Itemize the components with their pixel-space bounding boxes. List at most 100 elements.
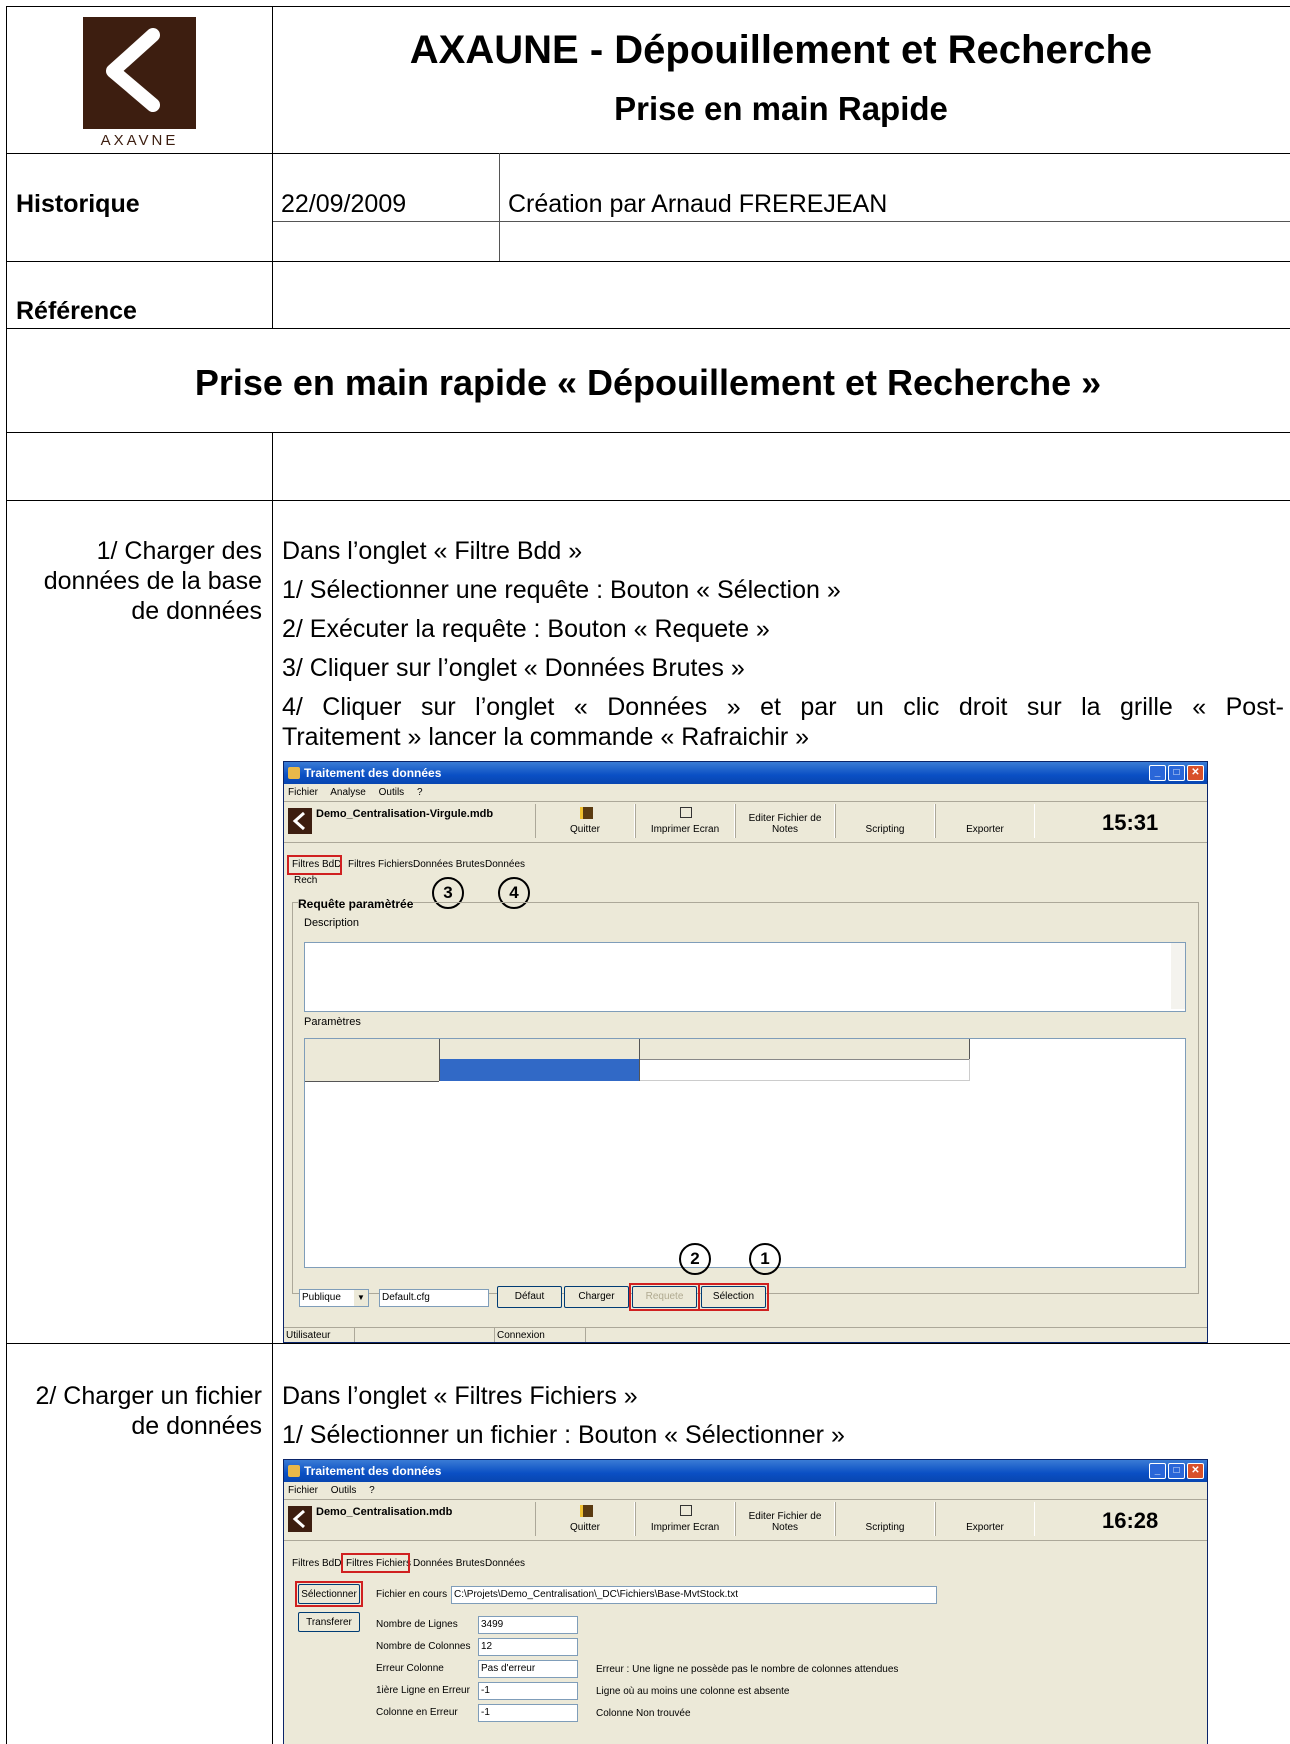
print-screen-button[interactable]: Imprimer Ecran [635,1502,735,1536]
menu-help[interactable]: ? [417,787,423,798]
field-value[interactable]: -1 [478,1682,578,1700]
grid-selected-cell[interactable] [440,1059,639,1081]
app-logo-icon [288,1506,312,1532]
step1-line: Dans l’onglet « Filtre Bdd » [282,537,583,565]
menu-outils[interactable]: Outils [379,787,405,798]
tab-filtres-bdd[interactable]: Filtres BdD [292,1556,341,1572]
field-label: Colonne en Erreur [376,1707,458,1718]
config-file-field[interactable]: Default.cfg [379,1289,489,1307]
scope-select[interactable]: Publique ▼ [299,1289,369,1307]
field-note: Erreur : Une ligne ne possède pas le nom… [596,1664,899,1675]
subtab-rech[interactable]: Rech [294,875,317,886]
field-note: Ligne où au moins une colonne est absent… [596,1686,790,1697]
highlight-select-file-button [295,1581,363,1607]
document-subtitle: Prise en main Rapide [614,90,948,127]
chevron-down-icon: ▼ [354,1290,368,1306]
grid-header-row [305,1039,969,1060]
highlight-selection-button [698,1283,769,1311]
edit-notes-button[interactable]: Editer Fichier de Notes [735,1502,835,1536]
app-icon [288,767,300,779]
tab-donnees[interactable]: Données [485,857,525,873]
current-file-label: Fichier en cours [376,1589,448,1600]
export-button[interactable]: Exporter [935,804,1035,838]
app-window-filtres-bdd: Traitement des données _ □ ✕ Fichier Ana… [283,761,1208,1343]
app-logo-icon [288,808,312,834]
field-note: Colonne Non trouvée [596,1708,691,1719]
status-user: Utilisateur [286,1328,355,1342]
close-button[interactable]: ✕ [1187,1463,1204,1479]
grid-cell[interactable] [640,1059,970,1081]
menu-fichier[interactable]: Fichier [288,1485,318,1496]
parametres-grid[interactable] [304,1038,1186,1268]
menu-analyse[interactable]: Analyse [330,787,366,798]
menu-fichier[interactable]: Fichier [288,787,318,798]
grid-column-divider [969,1039,970,1061]
menu-help[interactable]: ? [369,1485,375,1496]
maximize-button[interactable]: □ [1168,765,1185,781]
window-title: Traitement des données [304,1464,442,1478]
tab-donnees-brutes[interactable]: Données Brutes [413,857,485,873]
minimize-button[interactable]: _ [1149,1463,1166,1479]
parametres-label: Paramètres [304,1016,361,1028]
toolbar: Demo_Centralisation.mdb Quitter Imprimer… [284,1499,1207,1541]
reference-label: Référence [16,297,137,325]
highlight-filtres-bdd-tab [287,855,342,875]
description-textarea[interactable] [304,942,1186,1012]
default-button[interactable]: Défaut [497,1286,562,1308]
field-label: Nombre de Colonnes [376,1641,471,1652]
window-titlebar: Traitement des données _ □ ✕ [284,762,1207,784]
app-icon [288,1465,300,1477]
step2-line: Dans l’onglet « Filtres Fichiers » [282,1382,638,1410]
highlight-request-button [629,1283,700,1311]
transfer-button[interactable]: Transferer [298,1612,360,1632]
toolbar: Demo_Centralisation-Virgule.mdb Quitter … [284,801,1207,843]
app-window-filtres-fichiers: Traitement des données _ □ ✕ Fichier Out… [283,1459,1208,1744]
load-button[interactable]: Charger [564,1286,629,1308]
window-title: Traitement des données [304,766,442,780]
tab-donnees[interactable]: Données [485,1556,525,1572]
field-label: 1ière Ligne en Erreur [376,1685,470,1696]
step2-label: 2/ Charger un fichier de données [35,1382,262,1440]
main-tabs: Filtres BdD Filtres Fichiers Données Bru… [288,1556,588,1572]
vertical-scrollbar[interactable] [1171,943,1185,1009]
minimize-button[interactable]: _ [1149,765,1166,781]
field-value[interactable]: 12 [478,1638,578,1656]
tab-donnees-brutes[interactable]: Données Brutes [413,1556,485,1572]
document-title: AXAUNE - Dépouillement et Recherche [409,28,1153,72]
menu-bar: Fichier Outils ? [284,1482,1207,1499]
close-button[interactable]: ✕ [1187,765,1204,781]
printer-icon [680,1505,692,1516]
edit-notes-button[interactable]: Editer Fichier de Notes [735,804,835,838]
database-name: Demo_Centralisation.mdb [316,1506,453,1518]
scripting-button[interactable]: Scripting [835,804,935,838]
maximize-button[interactable]: □ [1168,1463,1185,1479]
window-titlebar: Traitement des données _ □ ✕ [284,1460,1207,1482]
status-bar: Utilisateur Connexion [284,1327,1207,1342]
historique-description: Création par Arnaud FREREJEAN [508,190,888,218]
callout-1: 1 [749,1243,781,1275]
step1-label: 1/ Charger des données de la base de don… [43,537,262,625]
section-title: Prise en main rapide « Dépouillement et … [194,362,1102,403]
scripting-button[interactable]: Scripting [835,1502,935,1536]
clock: 16:28 [1102,1508,1159,1533]
menu-outils[interactable]: Outils [331,1485,357,1496]
group-title: Requête paramètrée [298,897,414,911]
print-screen-button[interactable]: Imprimer Ecran [635,804,735,838]
field-value[interactable]: 3499 [478,1616,578,1634]
tab-filtres-fichiers[interactable]: Filtres Fichiers [348,857,413,873]
step1-line: 3/ Cliquer sur l’onglet « Données Brutes… [282,654,745,682]
logo-wordmark: AXAVNE [100,132,179,149]
export-button[interactable]: Exporter [935,1502,1035,1536]
current-file-field[interactable]: C:\Projets\Demo_Centralisation\_DC\Fichi… [451,1586,937,1604]
status-connection: Connexion [494,1328,586,1342]
description-label: Description [304,917,360,929]
database-name: Demo_Centralisation-Virgule.mdb [316,808,494,820]
company-logo [83,17,196,129]
historique-label: Historique [16,190,140,218]
quit-button[interactable]: Quitter [535,1502,635,1536]
field-value[interactable]: -1 [478,1704,578,1722]
quit-button[interactable]: Quitter [535,804,635,838]
step1-line: 4/ Cliquer sur l’onglet « Données » et p… [282,693,1284,721]
step1-line: Traitement » lancer la commande « Rafrai… [282,723,810,751]
field-value[interactable]: Pas d'erreur [478,1660,578,1678]
